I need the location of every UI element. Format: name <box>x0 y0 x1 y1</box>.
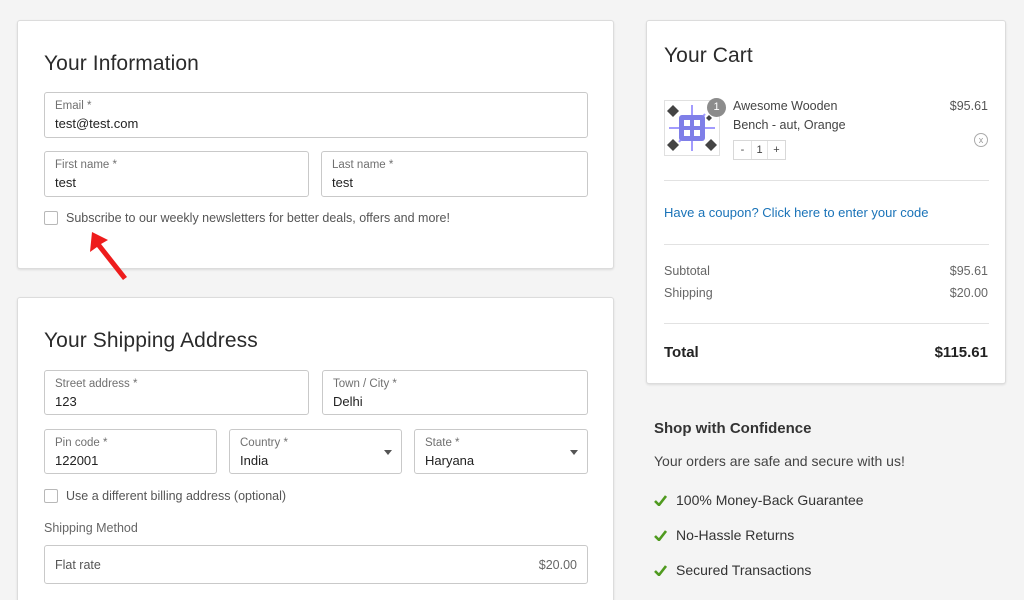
product-name-line1[interactable]: Awesome Wooden <box>733 99 837 113</box>
city-label: Town / City * <box>333 378 397 390</box>
quantity-badge: 1 <box>707 98 726 117</box>
last-name-field[interactable]: Last name * test <box>321 151 588 197</box>
shipping-card: Your Shipping Address Street address * 1… <box>17 297 614 600</box>
billing-address-checkbox[interactable]: Use a different billing address (optiona… <box>44 489 286 503</box>
remove-item-button[interactable]: x <box>974 133 988 147</box>
coupon-link[interactable]: Have a coupon? Click here to enter your … <box>664 205 929 220</box>
confidence-item-label: No-Hassle Returns <box>676 527 795 543</box>
total-value: $115.61 <box>934 344 988 361</box>
last-name-label: Last name * <box>332 159 394 171</box>
quantity-increase-button[interactable]: + <box>768 141 785 159</box>
billing-address-checkbox-box[interactable] <box>44 489 58 503</box>
pin-code-value: 122001 <box>55 453 99 468</box>
city-field[interactable]: Town / City * Delhi <box>322 370 588 415</box>
red-arrow-annotation <box>90 232 127 280</box>
product-price: $95.61 <box>949 99 988 113</box>
billing-address-label: Use a different billing address (optiona… <box>66 489 287 503</box>
checkmark-icon <box>654 494 667 506</box>
pin-code-label: Pin code * <box>55 437 108 449</box>
first-name-label: First name * <box>55 159 117 171</box>
first-name-value: test <box>55 175 76 190</box>
street-address-label: Street address * <box>55 378 138 390</box>
newsletter-checkbox[interactable]: Subscribe to our weekly newsletters for … <box>44 211 450 225</box>
last-name-value: test <box>332 175 353 190</box>
quantity-badge-count: 1 <box>713 101 720 113</box>
newsletter-checkbox-box[interactable] <box>44 211 58 225</box>
newsletter-label: Subscribe to our weekly newsletters for … <box>66 211 450 225</box>
confidence-title: Shop with Confidence <box>654 420 812 437</box>
cart-divider-1 <box>664 180 989 181</box>
city-value: Delhi <box>333 394 363 409</box>
country-select[interactable]: Country * India <box>229 429 402 474</box>
cart-title: Your Cart <box>664 44 753 67</box>
confidence-item-money-back: 100% Money-Back Guarantee <box>654 492 864 508</box>
subtotal-label: Subtotal <box>664 264 710 278</box>
shipping-title: Your Shipping Address <box>44 329 258 352</box>
country-label: Country * <box>240 437 288 449</box>
shipping-cost-label: Shipping <box>664 286 713 300</box>
product-name-line2[interactable]: Bench - aut, Orange <box>733 118 846 132</box>
confidence-item-secured: Secured Transactions <box>654 562 811 578</box>
quantity-value[interactable]: 1 <box>751 141 768 159</box>
country-value: India <box>240 453 269 468</box>
confidence-item-returns: No-Hassle Returns <box>654 527 794 543</box>
shipping-method-name: Flat rate <box>55 558 101 572</box>
cart-divider-2 <box>664 244 989 245</box>
cart-card: Your Cart 1 Awesome Wooden Bench - aut, … <box>646 20 1006 384</box>
state-value: Haryana <box>425 453 475 468</box>
street-address-field[interactable]: Street address * 123 <box>44 370 309 415</box>
shipping-method-option[interactable]: Flat rate $20.00 <box>44 545 588 584</box>
cart-divider-3 <box>664 323 989 324</box>
close-icon: x <box>978 135 984 145</box>
email-field[interactable]: Email * test@test.com <box>44 92 588 138</box>
quantity-decrease-button[interactable]: - <box>734 141 751 159</box>
confidence-item-label: Secured Transactions <box>676 562 812 578</box>
confidence-item-label: 100% Money-Back Guarantee <box>676 492 864 508</box>
information-title: Your Information <box>44 52 199 75</box>
subtotal-value: $95.61 <box>949 264 988 278</box>
state-select[interactable]: State * Haryana <box>414 429 588 474</box>
chevron-down-icon <box>384 450 392 455</box>
street-address-value: 123 <box>55 394 77 409</box>
pin-code-field[interactable]: Pin code * 122001 <box>44 429 217 474</box>
first-name-field[interactable]: First name * test <box>44 151 309 197</box>
shipping-cost-value: $20.00 <box>949 286 988 300</box>
email-label: Email * <box>55 100 92 112</box>
state-label: State * <box>425 437 460 449</box>
email-value: test@test.com <box>55 116 139 131</box>
shipping-method-price: $20.00 <box>538 558 577 572</box>
checkmark-icon <box>654 529 667 541</box>
total-label: Total <box>664 344 699 361</box>
chevron-down-icon <box>570 450 578 455</box>
quantity-stepper[interactable]: - 1 + <box>733 140 786 160</box>
checkmark-icon <box>654 564 667 576</box>
confidence-subtitle: Your orders are safe and secure with us! <box>654 453 905 469</box>
shipping-method-label: Shipping Method <box>44 521 138 535</box>
